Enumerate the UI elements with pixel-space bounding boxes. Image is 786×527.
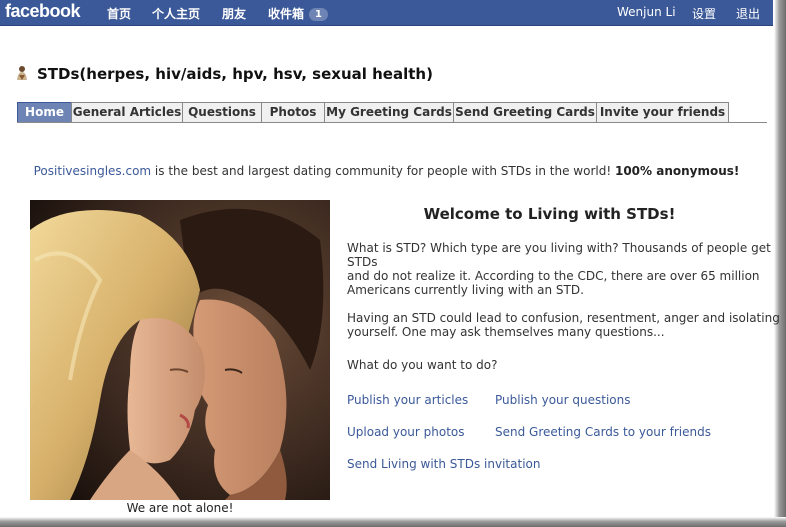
nav-friends[interactable]: 朋友 [222,5,246,22]
intro-line-2: STDs [347,255,378,269]
tab-divider [17,122,767,123]
tab-questions[interactable]: Questions [182,102,262,122]
tab-general-articles[interactable]: General Articles [71,102,183,122]
promo-banner: Positivesingles.com is the best and larg… [0,164,773,178]
publish-articles-link[interactable]: Publish your articles [347,393,468,407]
nav-inbox-label: 收件箱 [268,7,305,21]
nav-inbox[interactable]: 收件箱 1 [268,5,328,22]
couple-photo [30,200,330,500]
facebook-logo[interactable]: facebook [5,1,81,22]
intro-paragraph: What is STD? Which type are you living w… [347,241,771,297]
top-navigation-bar: facebook 首页 个人主页 朋友 收件箱 1 Wenjun Li 设置 退出 [0,0,773,26]
couple-photo-illustration [30,200,330,500]
tab-my-greeting-cards[interactable]: My Greeting Cards [324,102,454,122]
logout-link[interactable]: 退出 [736,5,760,22]
app-title: STDs(herpes, hiv/aids, hpv, hsv, sexual … [15,65,433,85]
what-to-do-question: What do you want to do? [347,358,498,372]
promo-text: is the best and largest dating community… [151,164,615,178]
tab-send-greeting-cards[interactable]: Send Greeting Cards [453,102,597,122]
send-invitation-link[interactable]: Send Living with STDs invitation [347,457,540,471]
intro-line-3: and do not realize it. According to the … [347,269,760,283]
intro-line-1: What is STD? Which type are you living w… [347,241,771,255]
photo-caption: We are not alone! [126,501,234,515]
settings-link[interactable]: 设置 [692,5,716,22]
impact-paragraph: Having an STD could lead to confusion, r… [347,311,780,339]
inbox-count-badge: 1 [309,8,328,21]
user-name-link[interactable]: Wenjun Li [617,5,676,19]
impact-line-1: Having an STD could lead to confusion, r… [347,311,780,325]
app-icon [17,66,27,80]
nav-home[interactable]: 首页 [107,5,131,22]
intro-line-4: Americans currently living with an STD. [347,283,584,297]
positivesingles-link[interactable]: Positivesingles.com [34,164,151,178]
window-shadow-bottom [0,517,786,527]
send-greeting-cards-link[interactable]: Send Greeting Cards to your friends [495,425,711,439]
tab-invite-friends[interactable]: Invite your friends [596,102,729,122]
publish-questions-link[interactable]: Publish your questions [495,393,630,407]
nav-profile[interactable]: 个人主页 [152,5,200,22]
app-title-text: STDs(herpes, hiv/aids, hpv, hsv, sexual … [37,65,433,83]
tab-home[interactable]: Home [17,102,72,122]
welcome-heading: Welcome to Living with STDs! [423,205,676,223]
promo-bold: 100% anonymous! [614,164,740,178]
tab-photos[interactable]: Photos [261,102,325,122]
impact-line-2: yourself. One may ask themselves many qu… [347,325,665,339]
window-shadow-right [774,0,786,527]
upload-photos-link[interactable]: Upload your photos [347,425,465,439]
